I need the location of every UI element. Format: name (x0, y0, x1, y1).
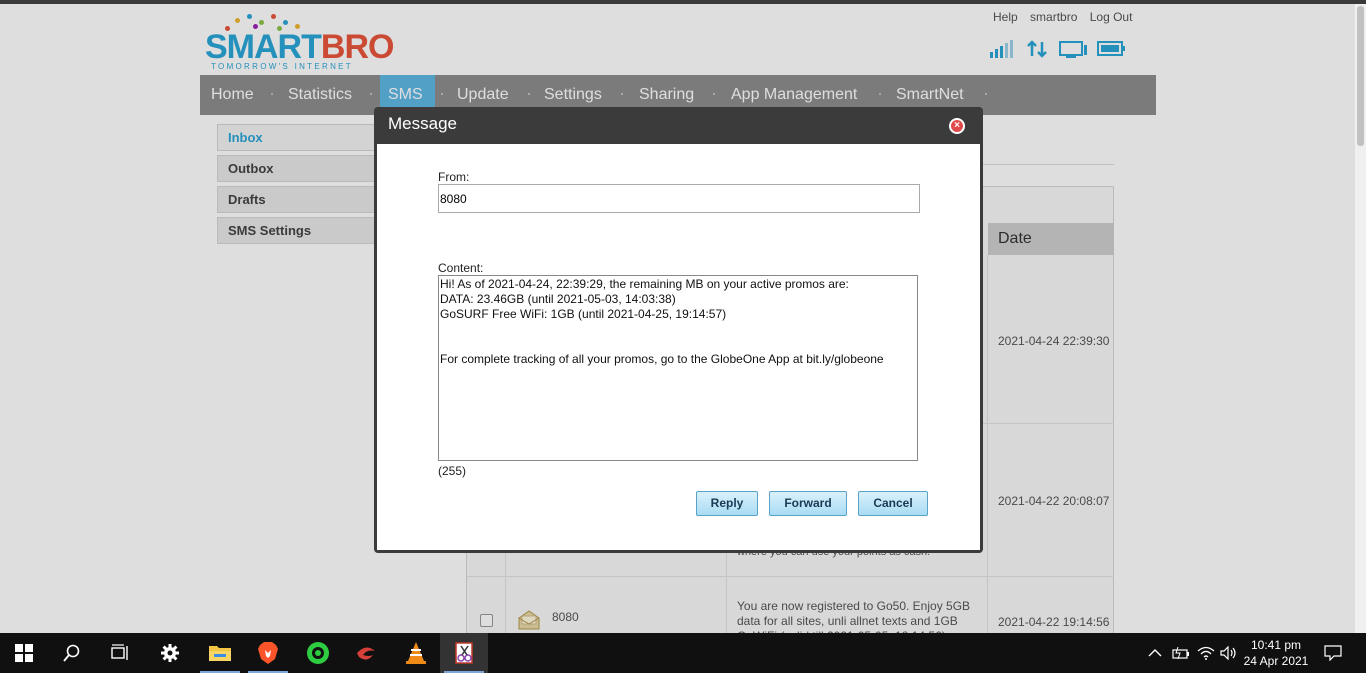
dialog-title: Message (388, 114, 457, 133)
task-view-icon[interactable] (96, 633, 144, 673)
clock-date: 24 Apr 2021 (1243, 654, 1309, 668)
vlc-icon[interactable] (392, 633, 440, 673)
settings-gear-icon[interactable] (146, 633, 194, 673)
battery-tray-icon[interactable] (1172, 633, 1190, 673)
cancel-button[interactable]: Cancel (858, 491, 928, 516)
content-label: Content: (438, 261, 484, 275)
system-clock[interactable]: 10:41 pm 24 Apr 2021 (1236, 637, 1316, 669)
content-textarea[interactable]: Hi! As of 2021-04-24, 22:39:29, the rema… (438, 275, 918, 461)
wifi-icon[interactable] (1197, 633, 1215, 673)
message-dialog: Message × From: Content: Hi! As of 2021-… (374, 107, 983, 553)
from-field[interactable] (438, 184, 920, 213)
clock-time: 10:41 pm (1250, 638, 1302, 652)
start-windows-icon[interactable] (0, 633, 48, 673)
file-explorer-icon[interactable] (196, 633, 244, 673)
dialog-body: From: Content: Hi! As of 2021-04-24, 22:… (377, 144, 980, 550)
windows-taskbar: 10:41 pm 24 Apr 2021 (0, 633, 1366, 673)
reply-button[interactable]: Reply (696, 491, 758, 516)
snipping-tool-icon[interactable] (440, 633, 488, 673)
search-icon[interactable] (48, 633, 96, 673)
close-icon[interactable]: × (949, 118, 965, 134)
tray-chevron-up-icon[interactable] (1148, 633, 1162, 673)
notifications-icon[interactable] (1324, 633, 1342, 673)
brave-browser-icon[interactable] (244, 633, 292, 673)
forward-button[interactable]: Forward (769, 491, 847, 516)
scrollbar-thumb[interactable] (1357, 6, 1364, 146)
app-green-circle-icon[interactable] (294, 633, 342, 673)
page-scrollbar[interactable] (1355, 4, 1366, 633)
char-count: (255) (438, 464, 467, 478)
from-label: From: (438, 170, 470, 184)
app-red-swirl-icon[interactable] (342, 633, 390, 673)
